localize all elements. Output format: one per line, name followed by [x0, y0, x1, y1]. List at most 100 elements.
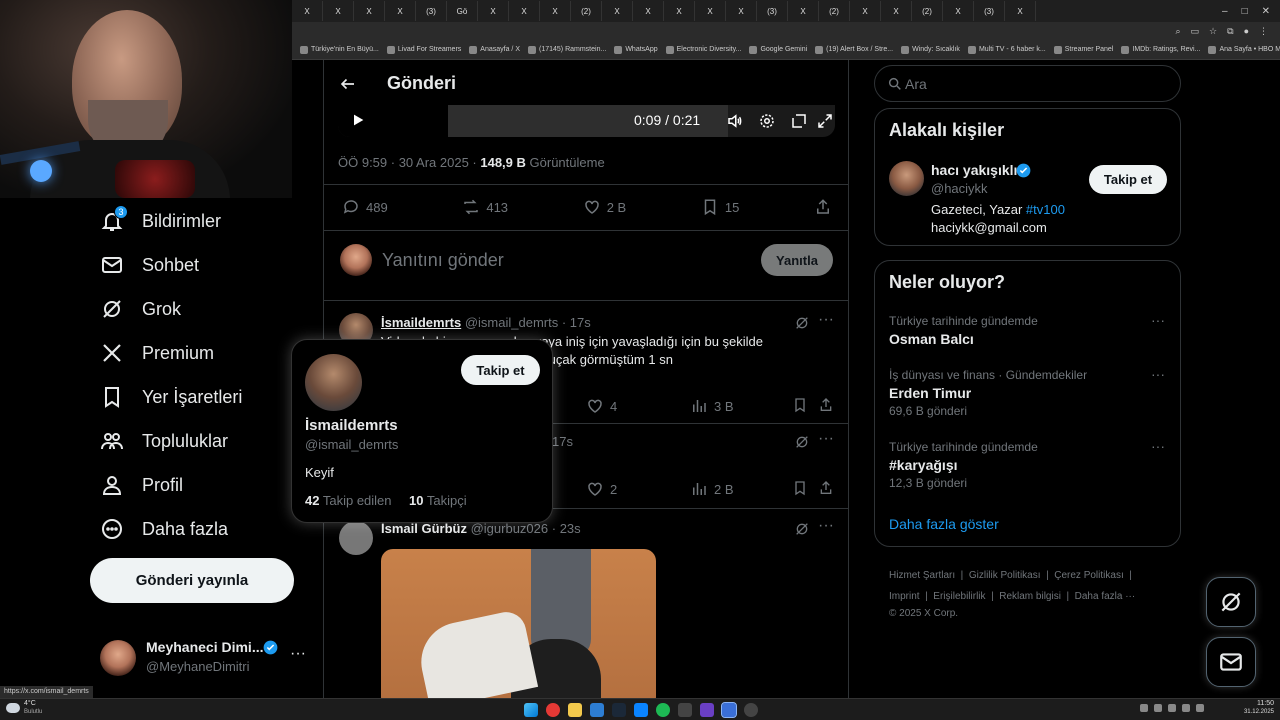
- nav-profile[interactable]: Profil: [100, 467, 183, 503]
- more-dots-icon[interactable]: ···: [1151, 438, 1165, 454]
- reply-time[interactable]: · 17s: [562, 315, 591, 330]
- chrome-icon[interactable]: [546, 703, 560, 717]
- spotify-icon[interactable]: [656, 703, 670, 717]
- bookmark-item[interactable]: Streamer Panel: [1053, 45, 1113, 54]
- app-icon[interactable]: [700, 703, 714, 717]
- trend-item[interactable]: Türkiye tarihinde gündemde Osman Balcı ·…: [889, 312, 1169, 347]
- browser-tab[interactable]: (2): [571, 1, 602, 21]
- views-button[interactable]: 3 B: [690, 397, 734, 415]
- avatar[interactable]: [889, 161, 924, 196]
- bookmark-item[interactable]: (17145) Rammstein...: [528, 45, 606, 54]
- browser-tab[interactable]: (3): [416, 1, 447, 21]
- browser-tab[interactable]: X: [695, 1, 726, 21]
- fullscreen-icon[interactable]: [816, 112, 834, 130]
- footer-link[interactable]: Erişilebilirlik: [933, 591, 985, 602]
- window-controls[interactable]: – □ ✕: [1222, 6, 1280, 17]
- reply-author-handle[interactable]: @ismail_demrts: [465, 315, 558, 330]
- browser-tab[interactable]: X: [602, 1, 633, 21]
- more-dots-icon[interactable]: ···: [290, 645, 306, 663]
- reply-input[interactable]: Yanıtını gönder: [382, 250, 504, 271]
- more-dots-icon[interactable]: ···: [818, 311, 834, 329]
- weather-icon[interactable]: [6, 703, 20, 713]
- nav-more[interactable]: Daha fazla: [100, 511, 228, 547]
- obs-icon[interactable]: [744, 703, 758, 717]
- app-icon[interactable]: [634, 703, 648, 717]
- browser-tab[interactable]: X: [664, 1, 695, 21]
- play-icon[interactable]: [350, 112, 366, 128]
- more-dots-icon[interactable]: ···: [818, 430, 834, 448]
- system-tray[interactable]: [1140, 704, 1210, 714]
- bookmark-star-icon[interactable]: ☆: [1209, 26, 1217, 37]
- nav-bookmarks[interactable]: Yer İşaretleri: [100, 379, 242, 415]
- more-dots-icon[interactable]: ···: [1151, 366, 1165, 382]
- steam-icon[interactable]: [612, 703, 626, 717]
- bookmark-icon[interactable]: [792, 480, 808, 496]
- browser-tab[interactable]: (2): [819, 1, 850, 21]
- browser-tab[interactable]: (3): [757, 1, 788, 21]
- account-switcher[interactable]: Meyhaneci Dimi... @MeyhaneDimitri ···: [100, 636, 310, 680]
- bookmark-item[interactable]: Google Gemini: [749, 45, 807, 54]
- browser-tab[interactable]: X: [478, 1, 509, 21]
- footer-link[interactable]: Gizlilik Politikası: [969, 570, 1041, 581]
- volume-icon[interactable]: [726, 112, 744, 130]
- nav-notifications[interactable]: 3 Bildirimler: [100, 203, 221, 239]
- grok-fab[interactable]: [1206, 577, 1256, 627]
- bookmark-item[interactable]: Electronic Diversity...: [665, 45, 741, 54]
- follow-button[interactable]: Takip et: [461, 355, 540, 385]
- pip-icon[interactable]: [790, 112, 808, 130]
- share-icon[interactable]: [818, 480, 834, 496]
- grok-icon[interactable]: [794, 521, 810, 537]
- app-icon[interactable]: [590, 703, 604, 717]
- more-dots-icon[interactable]: ···: [1151, 312, 1165, 328]
- hovercard-name[interactable]: İsmaildemrts: [305, 417, 398, 434]
- like-button[interactable]: 2: [586, 480, 617, 498]
- search-input[interactable]: Ara: [874, 65, 1181, 102]
- bookmark-item[interactable]: Türkiye'nin En Büyü...: [300, 45, 379, 54]
- nav-grok[interactable]: Grok: [100, 291, 181, 327]
- browser-tab[interactable]: X: [509, 1, 540, 21]
- extensions-icon[interactable]: ⧉: [1227, 26, 1233, 37]
- browser-tab[interactable]: X: [943, 1, 974, 21]
- like-button[interactable]: 2 B: [583, 198, 626, 216]
- bookmark-item[interactable]: IMDb: Ratings, Revi...: [1121, 45, 1200, 54]
- bookmark-button[interactable]: 15: [701, 198, 739, 216]
- video-player[interactable]: 0:09 / 0:21: [338, 105, 835, 137]
- bookmark-item[interactable]: WhatsApp: [614, 45, 658, 54]
- bookmark-item[interactable]: Anasayfa / X: [469, 45, 520, 54]
- browser-tab[interactable]: X: [850, 1, 881, 21]
- reply-time[interactable]: 17s: [552, 434, 573, 449]
- reply-submit-button[interactable]: Yanıtla: [761, 244, 833, 276]
- footer-link[interactable]: Imprint: [889, 591, 920, 602]
- bookmark-icon[interactable]: [792, 397, 808, 413]
- post-button[interactable]: Gönderi yayınla: [90, 558, 294, 603]
- following-stat[interactable]: 42 Takip edilen: [305, 493, 392, 508]
- footer-link[interactable]: Daha fazla ···: [1075, 591, 1136, 602]
- settings-gear-icon[interactable]: [758, 112, 776, 130]
- windows-start-icon[interactable]: [524, 703, 538, 717]
- footer-link[interactable]: Reklam bilgisi: [999, 591, 1061, 602]
- minimize-icon[interactable]: –: [1222, 6, 1228, 17]
- trend-item[interactable]: İş dünyası ve finans · Gündemdekiler Erd…: [889, 366, 1169, 418]
- avatar[interactable]: [339, 521, 373, 555]
- browser-tab[interactable]: X: [726, 1, 757, 21]
- folder-icon[interactable]: [568, 703, 582, 717]
- related-handle[interactable]: @haciykk: [931, 181, 988, 196]
- reply-author-handle[interactable]: @igurbuz026: [471, 521, 549, 536]
- profile-icon[interactable]: ●: [1244, 26, 1249, 36]
- hashtag-link[interactable]: #tv100: [1026, 202, 1065, 217]
- bookmark-item[interactable]: Windy: Sıcaklık: [901, 45, 960, 54]
- app-icon[interactable]: [678, 703, 692, 717]
- trend-item[interactable]: Türkiye tarihinde gündemde #karyağışı 12…: [889, 438, 1169, 490]
- maximize-icon[interactable]: □: [1242, 6, 1248, 17]
- avatar[interactable]: [305, 354, 362, 411]
- reply-button[interactable]: 489: [342, 198, 388, 216]
- browser-tab[interactable]: X: [323, 1, 354, 21]
- reply-media-image[interactable]: [381, 549, 656, 700]
- browser-tab[interactable]: X: [540, 1, 571, 21]
- browser-tab[interactable]: X: [292, 1, 323, 21]
- reply-item[interactable]: İsmail Gürbüz @igurbuz026 · 23s ···: [324, 509, 848, 700]
- back-arrow-icon[interactable]: [339, 75, 357, 93]
- browser-tab[interactable]: (3): [974, 1, 1005, 21]
- share-icon[interactable]: [818, 397, 834, 413]
- app-icon[interactable]: [721, 702, 737, 718]
